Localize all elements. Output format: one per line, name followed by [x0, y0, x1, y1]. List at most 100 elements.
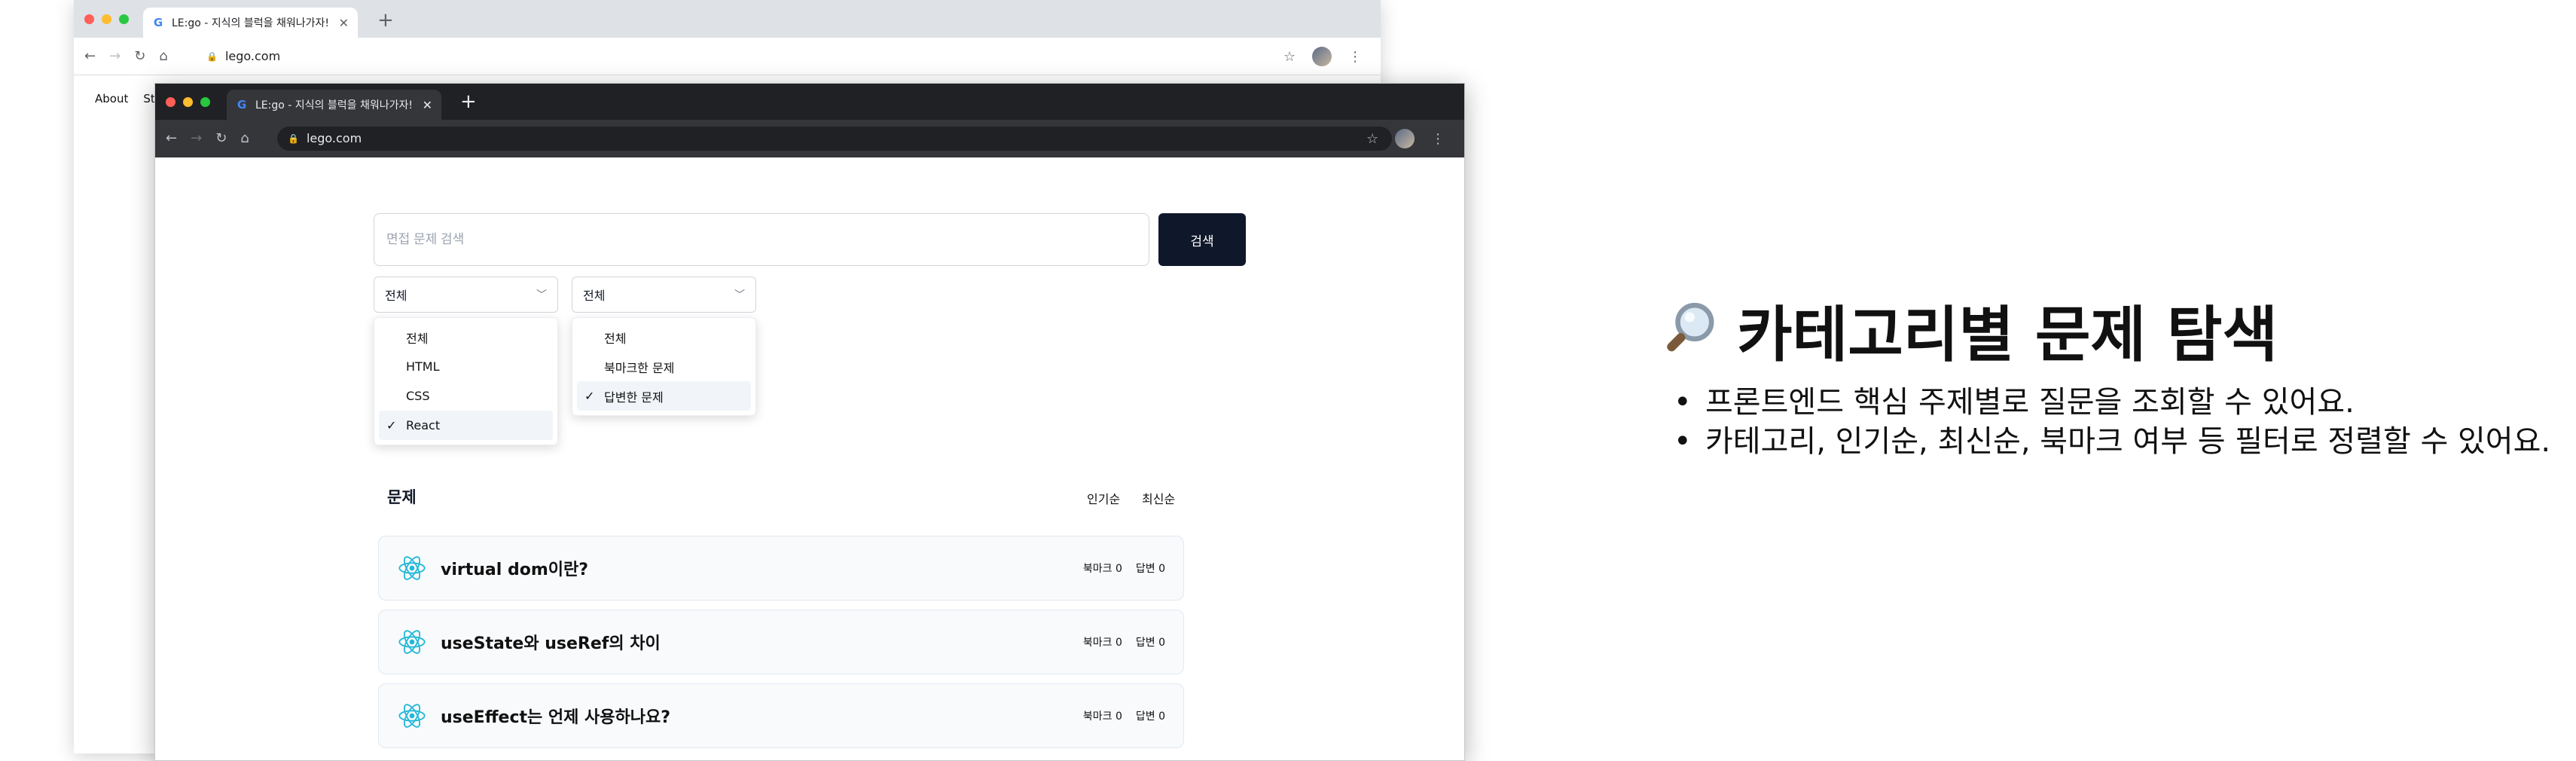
question-title: useState와 useRef의 차이 — [441, 634, 661, 653]
answer-count: 답변 0 — [1135, 711, 1165, 723]
filter-select[interactable]: 전체 ﹀ — [572, 277, 756, 313]
page-content: 검색 전체 ﹀ 전체 HTML CSS ✓ React 전체 ﹀ 전체 북마크한… — [155, 157, 1464, 760]
home-icon[interactable]: ⌂ — [240, 130, 249, 146]
feature-bullet: 프론트엔드 핵심 주제별로 질문을 조회할 수 있어요. — [1674, 383, 2550, 422]
check-icon: ✓ — [584, 389, 595, 403]
question-card[interactable]: virtual dom이란? 북마크 0 답변 0 — [378, 536, 1184, 601]
question-card[interactable]: useState와 useRef의 차이 북마크 0 답변 0 — [378, 610, 1184, 674]
more-icon[interactable]: ⋮ — [1431, 131, 1445, 147]
forward-icon[interactable]: → — [109, 48, 121, 64]
window-controls — [166, 97, 210, 107]
avatar[interactable] — [1312, 47, 1332, 66]
filter-dropdown: 전체 북마크한 문제 ✓ 답변한 문제 — [572, 317, 756, 416]
google-icon: G — [237, 98, 247, 112]
maximize-window-button[interactable] — [200, 97, 210, 107]
magnifier-icon — [1667, 302, 1714, 352]
react-icon — [398, 704, 426, 728]
option-label: 북마크한 문제 — [604, 360, 675, 375]
chevron-down-icon: ﹀ — [536, 289, 547, 301]
search-input[interactable] — [374, 213, 1149, 266]
option-label: HTML — [406, 359, 440, 374]
react-icon — [398, 630, 426, 654]
category-option-react[interactable]: ✓ React — [379, 411, 553, 440]
reload-icon[interactable]: ↻ — [215, 130, 227, 146]
answer-count: 답변 0 — [1135, 563, 1165, 575]
feature-title: 카테고리별 문제 탐색 — [1657, 286, 2278, 374]
feature-bullet: 카테고리, 인기순, 최신순, 북마크 여부 등 필터로 정렬할 수 있어요. — [1674, 422, 2550, 461]
close-window-button[interactable] — [84, 14, 94, 24]
front-tab-strip: G LE:go - 지식의 블럭을 채워나가자! ✕ + — [155, 84, 1464, 120]
back-url[interactable]: 🔒 lego.com — [206, 49, 280, 63]
nav-link-about[interactable]: About — [95, 92, 128, 105]
question-card[interactable]: useEffect는 언제 사용하나요? 북마크 0 답변 0 — [378, 683, 1184, 748]
filter-option-answered[interactable]: ✓ 답변한 문제 — [577, 381, 751, 411]
front-nav-buttons: ← → ↻ ⌂ — [166, 130, 249, 146]
option-label: React — [406, 418, 441, 432]
back-page-nav: About St — [95, 92, 155, 105]
bookmark-count: 북마크 0 — [1082, 563, 1122, 575]
react-icon — [398, 556, 426, 580]
question-title: virtual dom이란? — [441, 561, 588, 579]
back-nav-buttons: ← → ↻ ⌂ — [84, 48, 168, 64]
lock-icon: 🔒 — [288, 133, 299, 144]
questions-title: 문제 — [387, 488, 417, 506]
maximize-window-button[interactable] — [119, 14, 129, 24]
back-toolbar-right: ☆ ⋮ — [1283, 47, 1362, 66]
url-text: lego.com — [224, 49, 281, 63]
url-field[interactable] — [277, 127, 1392, 151]
reload-icon[interactable]: ↻ — [134, 48, 145, 64]
category-option-all[interactable]: 전체 — [379, 322, 553, 352]
nav-link-st[interactable]: St — [143, 92, 154, 105]
front-browser-tab[interactable]: G LE:go - 지식의 블럭을 채워나가자! ✕ — [227, 90, 441, 120]
sort-latest[interactable]: 최신순 — [1142, 489, 1175, 507]
feature-bullets: 프론트엔드 핵심 주제별로 질문을 조회할 수 있어요. 카테고리, 인기순, … — [1674, 383, 2550, 461]
check-icon: ✓ — [386, 418, 397, 432]
star-icon[interactable]: ☆ — [1283, 49, 1296, 65]
back-browser-tab[interactable]: G LE:go - 지식의 블럭을 채워나가자! ✕ — [143, 8, 358, 38]
tab-title: LE:go - 지식의 블럭을 채워나가자! — [172, 17, 329, 29]
category-select-value: 전체 — [385, 289, 407, 303]
plus-icon[interactable]: + — [460, 92, 477, 112]
option-label: CSS — [406, 389, 430, 403]
close-icon[interactable]: ✕ — [339, 16, 349, 30]
minimize-window-button[interactable] — [183, 97, 193, 107]
window-controls — [84, 14, 129, 24]
plus-icon[interactable]: + — [377, 11, 394, 30]
filter-select-value: 전체 — [583, 289, 606, 303]
chevron-down-icon: ﹀ — [734, 289, 745, 301]
home-icon[interactable]: ⌂ — [159, 48, 167, 64]
filter-option-bookmarked[interactable]: 북마크한 문제 — [577, 352, 751, 381]
category-select[interactable]: 전체 ﹀ — [374, 277, 558, 313]
back-address-bar: ← → ↻ ⌂ 🔒 lego.com ☆ ⋮ — [74, 38, 1381, 75]
lock-icon: 🔒 — [206, 50, 218, 62]
option-label: 전체 — [406, 331, 429, 346]
tab-title: LE:go - 지식의 블럭을 채워나가자! — [255, 99, 413, 112]
google-icon: G — [153, 16, 163, 29]
option-label: 답변한 문제 — [604, 390, 664, 405]
answer-count: 답변 0 — [1135, 637, 1165, 649]
front-browser-window: G LE:go - 지식의 블럭을 채워나가자! ✕ + ← → ↻ ⌂ 🔒 l… — [154, 83, 1465, 761]
filter-option-all[interactable]: 전체 — [577, 322, 751, 352]
bookmark-count: 북마크 0 — [1082, 711, 1122, 723]
minimize-window-button[interactable] — [102, 14, 111, 24]
back-tab-strip: G LE:go - 지식의 블럭을 채워나가자! ✕ + — [74, 0, 1381, 38]
search-button[interactable]: 검색 — [1158, 213, 1246, 266]
question-title: useEffect는 언제 사용하나요? — [441, 708, 671, 727]
url-text: lego.com — [306, 131, 362, 145]
back-icon[interactable]: ← — [84, 48, 96, 64]
close-window-button[interactable] — [166, 97, 175, 107]
star-icon[interactable]: ☆ — [1366, 131, 1378, 147]
more-icon[interactable]: ⋮ — [1348, 49, 1362, 65]
bookmark-count: 북마크 0 — [1082, 637, 1122, 649]
back-icon[interactable]: ← — [166, 130, 177, 146]
close-icon[interactable]: ✕ — [423, 98, 432, 112]
category-option-css[interactable]: CSS — [379, 381, 553, 411]
feature-title-text: 카테고리별 문제 탐색 — [1737, 300, 2278, 370]
avatar[interactable] — [1395, 129, 1415, 148]
category-option-html[interactable]: HTML — [379, 352, 553, 381]
sort-popular[interactable]: 인기순 — [1087, 489, 1120, 507]
forward-icon[interactable]: → — [191, 130, 202, 146]
category-dropdown: 전체 HTML CSS ✓ React — [374, 317, 558, 445]
front-url[interactable]: 🔒 lego.com — [288, 131, 362, 145]
option-label: 전체 — [604, 331, 627, 346]
